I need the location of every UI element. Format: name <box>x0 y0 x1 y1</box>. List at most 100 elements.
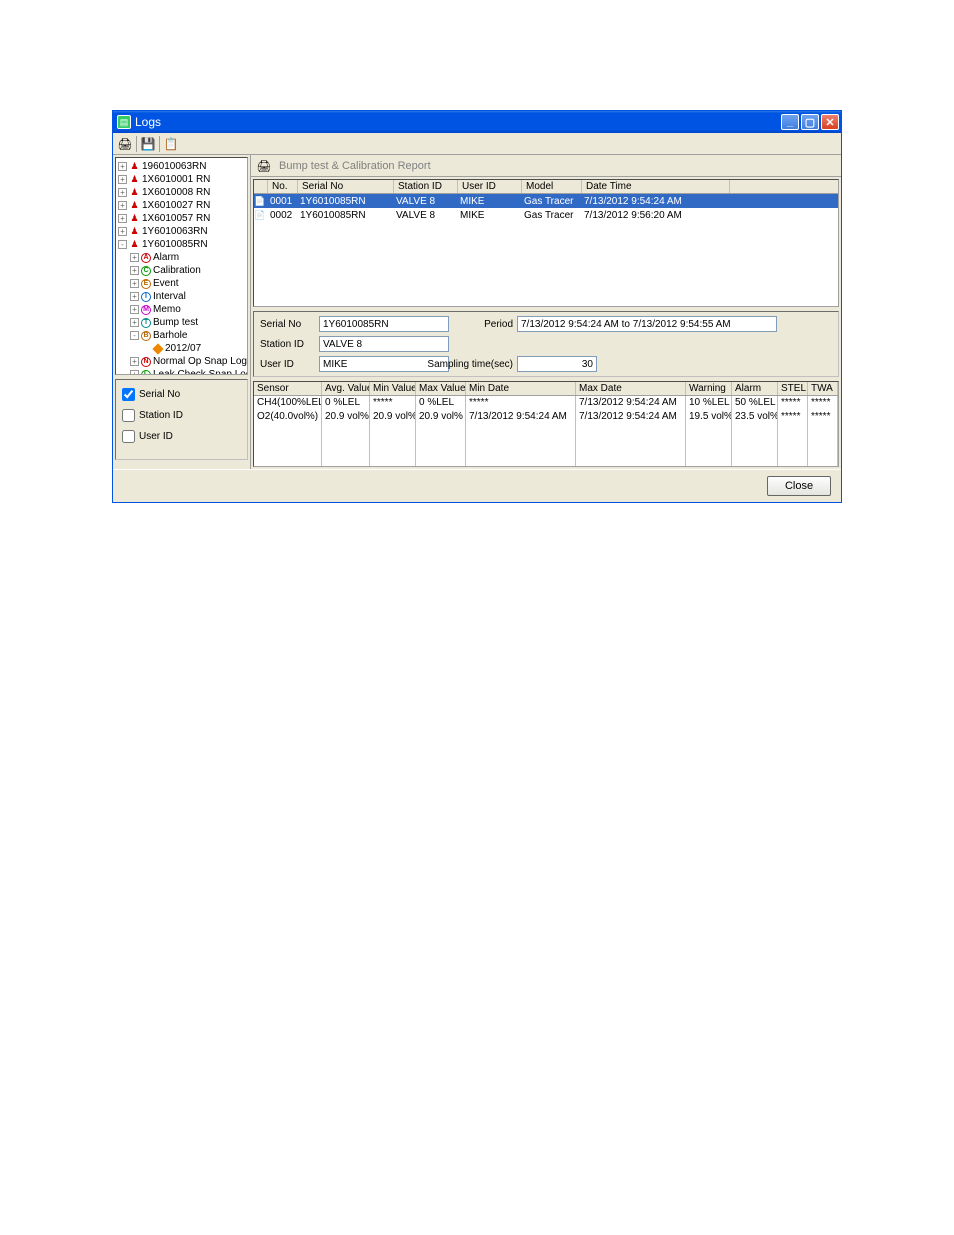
print-icon[interactable]: 🖨 <box>116 135 134 153</box>
tree-device[interactable]: +♟1Y6010063RN <box>118 225 245 238</box>
grid-cell <box>466 452 576 466</box>
table-row[interactable] <box>254 424 838 438</box>
maximize-button[interactable]: ▢ <box>801 114 819 130</box>
sensor-grid[interactable]: SensorAvg. ValueMin ValueMax ValueMin Da… <box>253 381 839 467</box>
category-icon: N <box>141 357 151 367</box>
expand-icon[interactable]: + <box>130 279 139 288</box>
tree-category[interactable]: +NNormal Op Snap Log <box>118 355 245 368</box>
logs-grid[interactable]: No.Serial NoStation IDUser IDModelDate T… <box>253 179 839 307</box>
grid-header[interactable]: Max Date <box>576 382 686 395</box>
grid-cell: 7/13/2012 9:54:24 AM <box>576 396 686 410</box>
station-input[interactable] <box>319 336 449 352</box>
grid-header[interactable]: Avg. Value <box>322 382 370 395</box>
table-row[interactable] <box>254 438 838 452</box>
sampling-input[interactable] <box>517 356 597 372</box>
expand-icon[interactable]: + <box>118 188 127 197</box>
grid-header[interactable]: Date Time <box>582 180 730 193</box>
serial-label: Serial No <box>260 319 315 330</box>
expand-icon[interactable]: + <box>118 175 127 184</box>
print-report-icon[interactable]: 🖨 <box>255 157 273 175</box>
grid-header[interactable]: TWA <box>808 382 838 395</box>
tree-device[interactable]: +♟196010063RN <box>118 160 245 173</box>
table-row[interactable]: 📄00021Y6010085RNVALVE 8MIKEGas Tracer7/1… <box>254 208 838 222</box>
expand-icon[interactable]: + <box>118 214 127 223</box>
grid-cell: ***** <box>370 396 416 410</box>
grid-cell <box>254 438 322 452</box>
table-row[interactable] <box>254 452 838 466</box>
grid-cell <box>732 438 778 452</box>
tree-device[interactable]: +♟1X6010001 RN <box>118 173 245 186</box>
tree-device[interactable]: -♟1Y6010085RN <box>118 238 245 251</box>
expand-icon[interactable]: - <box>130 331 139 340</box>
expand-icon[interactable]: + <box>130 370 139 375</box>
expand-icon[interactable]: + <box>118 201 127 210</box>
report-label: Bump test & Calibration Report <box>279 160 431 172</box>
grid-cell <box>416 438 466 452</box>
grid-header[interactable]: Model <box>522 180 582 193</box>
grid-header[interactable]: Alarm <box>732 382 778 395</box>
table-row[interactable]: 📄00011Y6010085RNVALVE 8MIKEGas Tracer7/1… <box>254 194 838 208</box>
grid-cell: Gas Tracer <box>520 209 580 222</box>
grid-header[interactable]: Sensor <box>254 382 322 395</box>
check-serial[interactable] <box>122 388 135 401</box>
serial-input[interactable] <box>319 316 449 332</box>
grid-header[interactable]: Min Date <box>466 382 576 395</box>
tree-date-node[interactable]: 2012/07 <box>118 342 245 355</box>
tree-category[interactable]: +CCalibration <box>118 264 245 277</box>
minimize-button[interactable]: _ <box>781 114 799 130</box>
device-tree[interactable]: +♟196010063RN+♟1X6010001 RN+♟1X6010008 R… <box>115 157 248 375</box>
grid-cell <box>322 452 370 466</box>
grid-cell <box>416 452 466 466</box>
close-window-button[interactable]: ✕ <box>821 114 839 130</box>
tree-label: 1Y6010063RN <box>142 225 208 238</box>
grid-cell: 7/13/2012 9:56:20 AM <box>580 209 728 222</box>
expand-icon[interactable]: + <box>130 357 139 366</box>
grid-header[interactable]: User ID <box>458 180 522 193</box>
grid-header[interactable]: Station ID <box>394 180 458 193</box>
expand-icon[interactable]: + <box>118 162 127 171</box>
tree-category[interactable]: +IInterval <box>118 290 245 303</box>
right-pane: 🖨 Bump test & Calibration Report No.Seri… <box>251 155 841 469</box>
expand-icon[interactable]: + <box>130 266 139 275</box>
tree-device[interactable]: +♟1X6010057 RN <box>118 212 245 225</box>
table-row[interactable]: CH4(100%LEL)0 %LEL*****0 %LEL*****7/13/2… <box>254 396 838 410</box>
category-icon: A <box>141 253 151 263</box>
period-input[interactable] <box>517 316 777 332</box>
expand-icon[interactable]: + <box>130 253 139 262</box>
expand-icon[interactable]: + <box>130 292 139 301</box>
tree-category[interactable]: +LLeak Check Snap Log <box>118 368 245 375</box>
tree-device[interactable]: +♟1X6010027 RN <box>118 199 245 212</box>
tree-device[interactable]: +♟1X6010008 RN <box>118 186 245 199</box>
device-icon: ♟ <box>129 187 140 198</box>
grid-header[interactable]: Serial No <box>298 180 394 193</box>
grid-header[interactable]: STEL <box>778 382 808 395</box>
close-button[interactable]: Close <box>767 476 831 496</box>
grid-header[interactable]: Min Value <box>370 382 416 395</box>
expand-icon[interactable]: + <box>130 305 139 314</box>
expand-icon[interactable]: - <box>118 240 127 249</box>
titlebar[interactable]: ▤ Logs _ ▢ ✕ <box>113 111 841 133</box>
check-user[interactable] <box>122 430 135 443</box>
device-icon: ♟ <box>129 226 140 237</box>
tree-category[interactable]: +MMemo <box>118 303 245 316</box>
table-row[interactable]: O2(40.0vol%)20.9 vol%20.9 vol%20.9 vol%7… <box>254 410 838 424</box>
grid-cell: ***** <box>808 410 838 424</box>
expand-icon[interactable]: + <box>130 318 139 327</box>
tree-category[interactable]: +AAlarm <box>118 251 245 264</box>
tree-category[interactable]: +TBump test <box>118 316 245 329</box>
user-label: User ID <box>260 359 315 370</box>
window-title: Logs <box>135 115 781 129</box>
tree-label: 1X6010027 RN <box>142 199 210 212</box>
tree-category[interactable]: +EEvent <box>118 277 245 290</box>
grid-cell <box>686 452 732 466</box>
save-icon[interactable]: 💾 <box>139 135 157 153</box>
tree-category[interactable]: -BBarhole <box>118 329 245 342</box>
sampling-label: Sampling time(sec) <box>427 359 513 370</box>
grid-header[interactable]: Max Value <box>416 382 466 395</box>
export-icon[interactable]: 📋 <box>162 135 180 153</box>
grid-header[interactable]: No. <box>268 180 298 193</box>
grid-header[interactable]: Warning <box>686 382 732 395</box>
expand-icon[interactable]: + <box>118 227 127 236</box>
tree-label: 1Y6010085RN <box>142 238 208 251</box>
check-station[interactable] <box>122 409 135 422</box>
